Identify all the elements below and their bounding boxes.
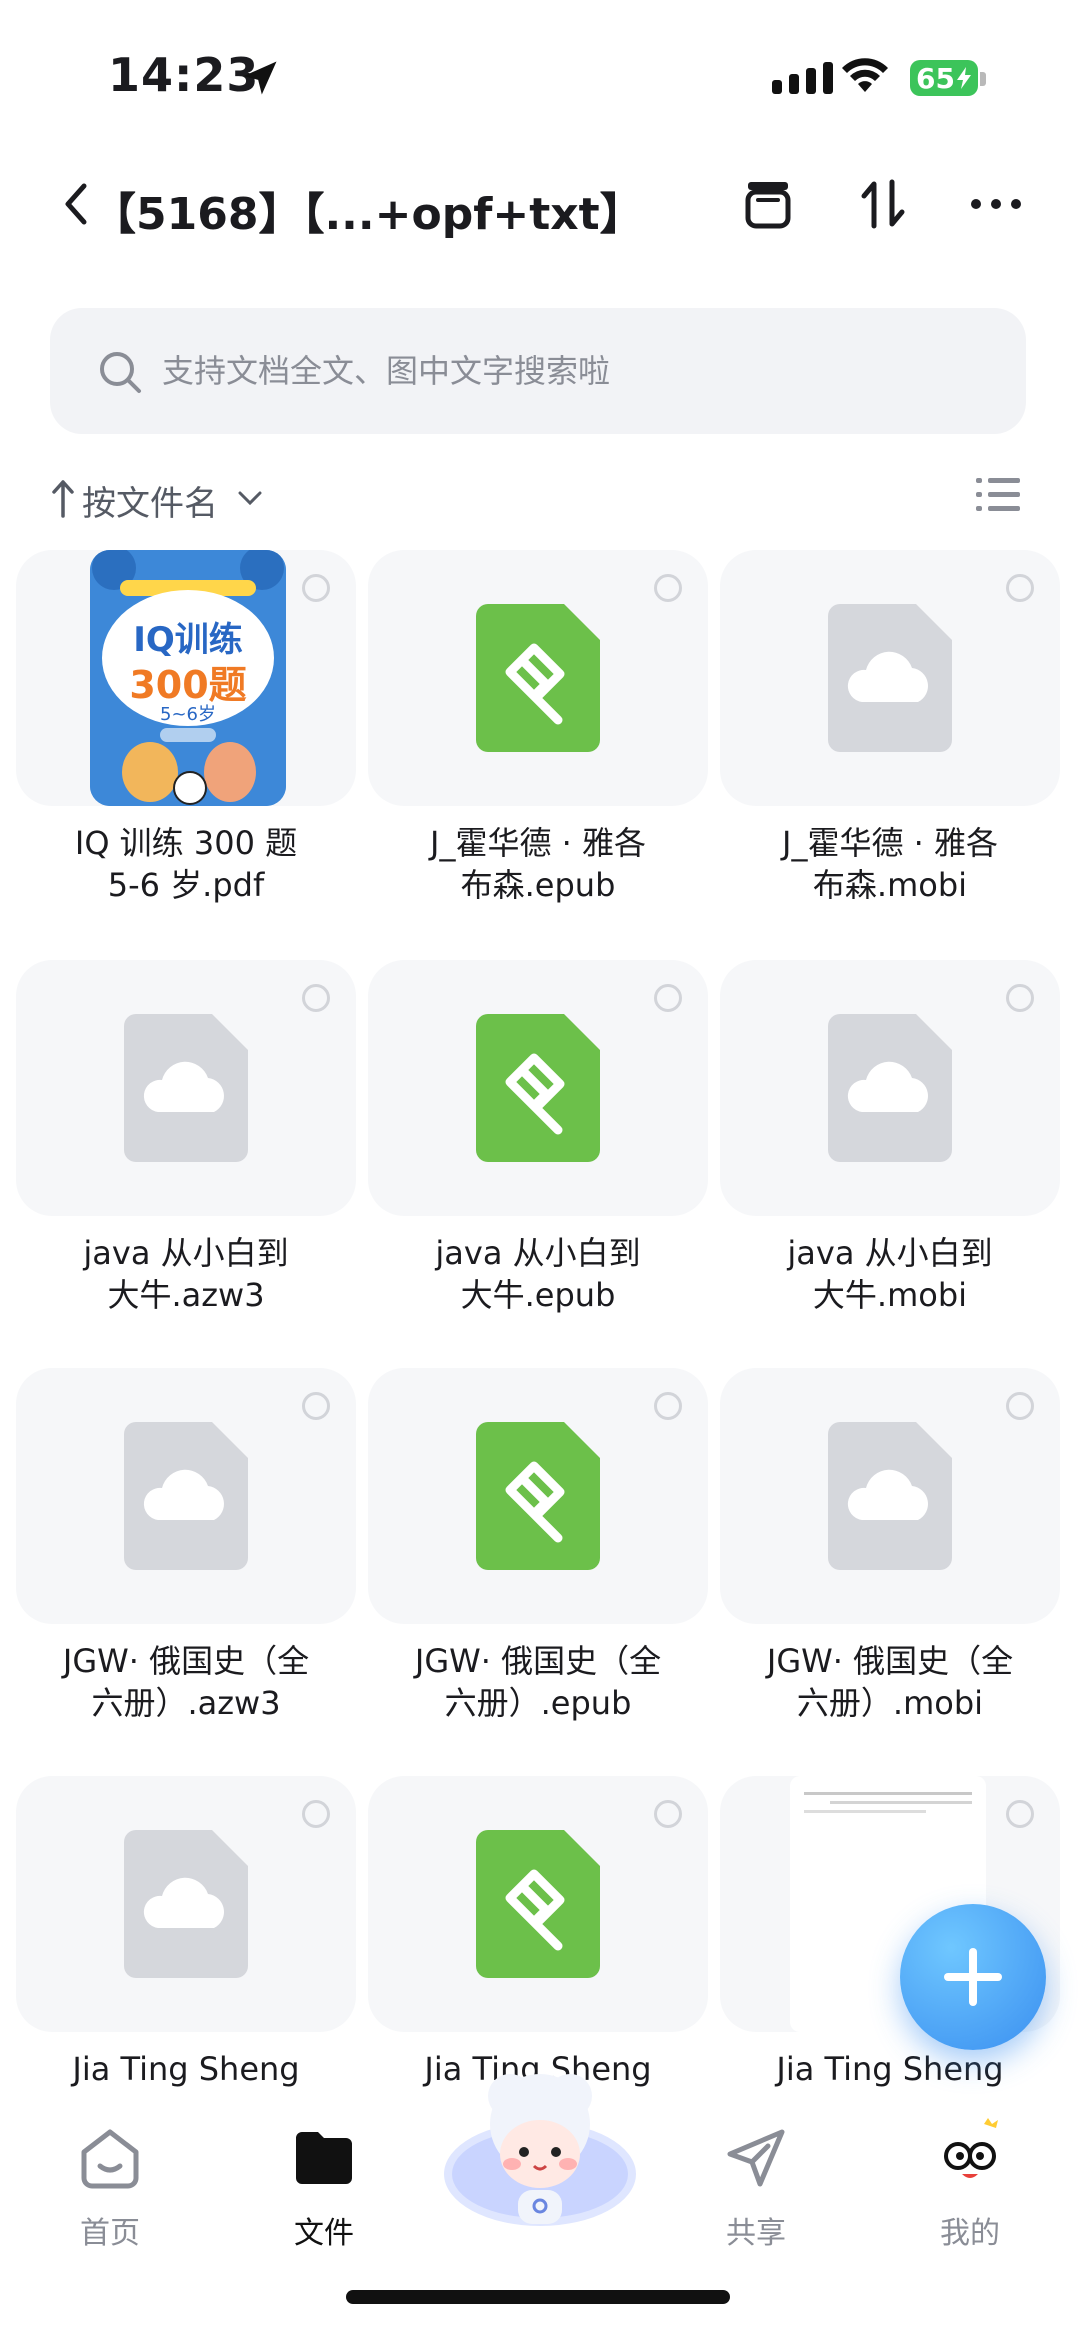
file-name: java 从小白到 大牛.azw3: [83, 1234, 289, 1314]
tab-files-label: 文件: [294, 2216, 354, 2251]
search-icon: [100, 352, 141, 393]
select-checkbox[interactable]: [1006, 1800, 1034, 1828]
status-time: 14:23: [108, 48, 260, 102]
tab-home-label: 首页: [80, 2216, 140, 2251]
cloud-file-icon: [124, 1422, 248, 1570]
select-checkbox[interactable]: [654, 1392, 682, 1420]
more-icon[interactable]: [968, 176, 1024, 232]
select-checkbox[interactable]: [1006, 984, 1034, 1012]
add-button[interactable]: [900, 1904, 1046, 2050]
battery-tip: [980, 72, 986, 86]
select-checkbox[interactable]: [1006, 1392, 1034, 1420]
battery-indicator: 65: [910, 60, 978, 96]
tab-share[interactable]: 共享: [686, 2116, 826, 2256]
file-name: Jia Ting Sheng: [72, 2050, 300, 2088]
home-icon: [81, 2129, 139, 2189]
tab-share-label: 共享: [726, 2216, 786, 2251]
sort-direction-icon[interactable]: [50, 478, 76, 518]
epub-file-icon: [476, 604, 600, 752]
archive-box-icon[interactable]: [740, 176, 796, 232]
wifi-icon: [842, 58, 888, 92]
epub-file-icon: [476, 1830, 600, 1978]
cloud-file-icon: [124, 1830, 248, 1978]
sort-order-icon[interactable]: [856, 176, 912, 232]
assistant-mascot-icon: [444, 2074, 636, 2226]
file-name: java 从小白到 大牛.mobi: [787, 1234, 993, 1314]
search-input[interactable]: [160, 340, 984, 402]
home-indicator: [346, 2290, 730, 2304]
pdf-cover-thumbnail: IQ训练 300题 5~6岁: [90, 550, 286, 806]
plus-icon: [944, 1948, 1002, 2006]
back-icon[interactable]: [58, 180, 92, 228]
file-name: JGW· 俄国史（全 六册）.epub: [414, 1642, 662, 1722]
tab-files[interactable]: 文件: [254, 2116, 394, 2256]
list-view-icon[interactable]: [976, 476, 1020, 514]
page-title: 【5168】【...+opf+txt】: [92, 189, 644, 240]
profile-mascot-icon: [944, 2118, 998, 2178]
file-name: JGW· 俄国史（全 六册）.azw3: [62, 1642, 310, 1722]
file-name: J_霍华德 · 雅各 布森.epub: [430, 824, 646, 904]
select-checkbox[interactable]: [654, 574, 682, 602]
file-name: JGW· 俄国史（全 六册）.mobi: [766, 1642, 1014, 1722]
select-checkbox[interactable]: [302, 574, 330, 602]
file-name: Jia Ting Sheng: [776, 2050, 1004, 2088]
epub-file-icon: [476, 1422, 600, 1570]
select-checkbox[interactable]: [654, 984, 682, 1012]
folder-icon: [296, 2132, 352, 2184]
select-checkbox[interactable]: [302, 1392, 330, 1420]
file-name: IQ 训练 300 题 5-6 岁.pdf: [74, 824, 298, 904]
cloud-file-icon: [828, 604, 952, 752]
sort-by-name-label[interactable]: 按文件名: [82, 476, 218, 525]
cloud-file-icon: [828, 1422, 952, 1570]
tab-profile[interactable]: 我的: [900, 2116, 1040, 2256]
select-checkbox[interactable]: [302, 984, 330, 1012]
select-checkbox[interactable]: [302, 1800, 330, 1828]
cloud-file-icon: [124, 1014, 248, 1162]
select-checkbox[interactable]: [654, 1800, 682, 1828]
tab-profile-label: 我的: [940, 2216, 1000, 2251]
chevron-down-icon[interactable]: [236, 488, 264, 508]
tab-home[interactable]: 首页: [40, 2116, 180, 2256]
cloud-file-icon: [828, 1014, 952, 1162]
share-plane-icon: [727, 2129, 785, 2187]
select-checkbox[interactable]: [1006, 574, 1034, 602]
cover-age-text: 5~6岁: [160, 704, 216, 725]
file-name: java 从小白到 大牛.epub: [435, 1234, 641, 1314]
cellular-signal-icon: [772, 62, 833, 94]
charging-bolt-icon: [956, 67, 971, 89]
file-name: J_霍华德 · 雅各 布森.mobi: [782, 824, 998, 904]
tab-assistant[interactable]: [440, 2062, 640, 2242]
epub-file-icon: [476, 1014, 600, 1162]
location-arrow-icon: [243, 61, 277, 95]
